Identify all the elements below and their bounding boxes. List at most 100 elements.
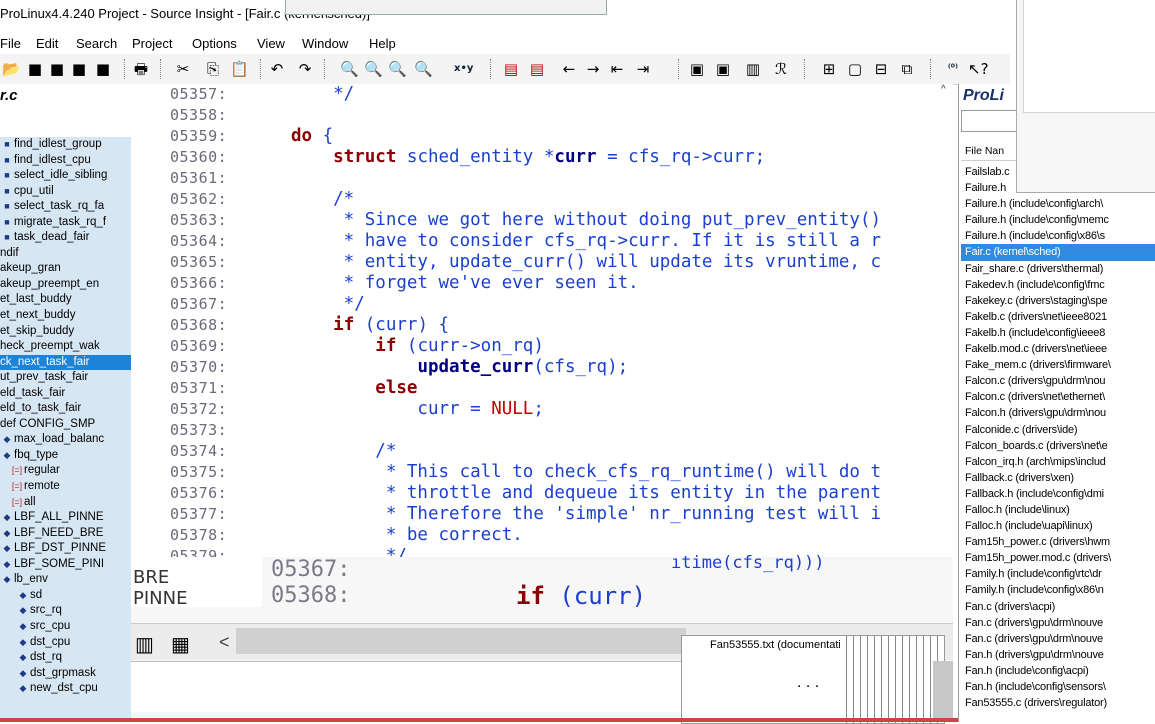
symbol-item[interactable]: ◆ dst_cpu [0, 635, 131, 651]
jump-icon[interactable]: ⁽⁰⁾ [944, 60, 962, 78]
symbol-item[interactable]: et_skip_buddy [0, 324, 131, 340]
book-icon[interactable]: ▥ [135, 632, 154, 657]
code-editor[interactable]: 05357: */05358: 05359: do {05360: struct s… [131, 84, 941, 557]
layout-split-icon[interactable]: ⊟ [872, 60, 890, 78]
paste-icon[interactable]: 📋 [230, 60, 249, 78]
file-list-item[interactable]: Fake_mem.c (drivers\firmware\ [961, 357, 1155, 373]
file-list-item[interactable]: Failure.h (include\config\memc [961, 212, 1155, 228]
menu-options[interactable]: Options [192, 36, 237, 51]
layout-window-icon[interactable]: ▢ [846, 60, 864, 78]
references-icon[interactable]: ℛ [772, 60, 790, 78]
symbol-info-icon[interactable]: ▣ [714, 60, 732, 78]
file-list-item[interactable]: Fair.c (kernel\sched) [961, 244, 1155, 261]
file-list-item[interactable]: Fakelb.h (include\config\ieee8 [961, 325, 1155, 341]
file-list-item[interactable]: Falcon_irq.h (arch\mips\includ [961, 454, 1155, 470]
symbol-item[interactable]: [=] remote [0, 479, 131, 495]
editor-scrollbar[interactable]: ^ [941, 84, 953, 557]
browse-icon[interactable]: ▣ [688, 60, 706, 78]
print-icon[interactable]: 🖶 [132, 60, 150, 78]
file-list-item[interactable]: Fan53555.c (drivers\regulator) [961, 695, 1155, 711]
symbol-item[interactable]: ◆ LBF_DST_PINNE [0, 541, 131, 557]
symbol-item[interactable]: ◆ LBF_SOME_PINI [0, 557, 131, 573]
symbol-list[interactable]: ■ find_idlest_group ■ find_idlest_cpu ■ selec… [0, 137, 131, 722]
symbol-item[interactable]: akeup_gran [0, 261, 131, 277]
file-list-item[interactable]: Falcon.c (drivers\net\ethernet\ [961, 389, 1155, 405]
scroll-up-icon[interactable]: ^ [941, 84, 946, 95]
file-list-item[interactable]: Fakelb.mod.c (drivers\net\ieee [961, 341, 1155, 357]
symbol-item[interactable]: ◆ dst_rq [0, 650, 131, 666]
find-icon[interactable]: 🔍 [340, 60, 359, 78]
symbol-item[interactable]: ■ select_idle_sibling [0, 168, 131, 184]
file-list-item[interactable]: Fam15h_power.c (drivers\hwm [961, 534, 1155, 550]
file-list-item[interactable]: Fakekey.c (drivers\staging\spe [961, 293, 1155, 309]
menu-project[interactable]: Project [132, 36, 172, 51]
symbol-item[interactable]: ◆ sd [0, 588, 131, 604]
menu-window[interactable]: Window [302, 36, 348, 51]
menu-search[interactable]: Search [76, 36, 117, 51]
replace-icon[interactable]: x•y [454, 60, 473, 78]
file-list-item[interactable]: Family.h (include\config\x86\n [961, 582, 1155, 598]
go-start-icon[interactable]: ⇤ [608, 60, 626, 78]
file-list-item[interactable]: Fakelb.c (drivers\net\ieee8021 [961, 309, 1155, 325]
symbol-item[interactable]: ■ task_dead_fair [0, 230, 131, 246]
redo-icon[interactable]: ↷ [296, 60, 314, 78]
symbol-item[interactable]: ■ find_idlest_group [0, 137, 131, 153]
ghost-scrollbar[interactable] [933, 661, 953, 721]
symbol-item[interactable]: ◆ LBF_ALL_PINNE [0, 510, 131, 526]
file-list-item[interactable]: Falconide.c (drivers\ide) [961, 422, 1155, 438]
bookmark-icon[interactable]: ▤ [502, 60, 520, 78]
file-list-item[interactable]: Fakedev.h (include\config\fmc [961, 277, 1155, 293]
file-list-item[interactable]: Falcon.c (drivers\gpu\drm\nou [961, 373, 1155, 389]
menu-file[interactable]: File [0, 36, 21, 51]
file-list-item[interactable]: Falloc.h (include\uapi\linux) [961, 518, 1155, 534]
find-prev-icon[interactable]: 🔍 [388, 60, 407, 78]
menu-view[interactable]: View [257, 36, 285, 51]
forward-icon[interactable]: → [584, 60, 602, 78]
file-list-item[interactable]: Fan.h (include\config\sensors\ [961, 679, 1155, 695]
scroll-left-icon[interactable]: < [219, 632, 230, 653]
symbol-item[interactable]: def CONFIG_SMP [0, 417, 131, 433]
symbol-item[interactable]: et_last_buddy [0, 292, 131, 308]
horizontal-scrollbar[interactable] [236, 628, 686, 654]
file-list[interactable]: Failslab.c Failure.h Failure.h (include\co… [961, 164, 1155, 711]
file-search-input[interactable] [961, 110, 1023, 132]
search-files-icon[interactable]: 🔍 [414, 60, 433, 78]
file-list-item[interactable]: Falcon_boards.c (drivers\net\e [961, 438, 1155, 454]
symbol-item[interactable]: ndif [0, 246, 131, 262]
symbol-item[interactable]: ◆ fbq_type [0, 448, 131, 464]
symbol-item[interactable]: ■ find_idlest_cpu [0, 153, 131, 169]
symbol-item[interactable]: ◆ src_cpu [0, 619, 131, 635]
symbol-item[interactable]: eld_task_fair [0, 386, 131, 402]
layout-cascade-icon[interactable]: ⧉ [898, 60, 916, 78]
find-next-icon[interactable]: 🔍 [364, 60, 383, 78]
save-icon[interactable]: ■ [26, 60, 44, 78]
symbol-item[interactable]: akeup_preempt_en [0, 277, 131, 293]
layout-grid-icon[interactable]: ⊞ [820, 60, 838, 78]
file-list-item[interactable]: Fan.c (drivers\gpu\drm\nouve [961, 631, 1155, 647]
open-icon[interactable]: 📂 [2, 60, 21, 78]
close-all-icon[interactable]: ■ [94, 60, 112, 78]
file-list-item[interactable]: Fan.c (drivers\gpu\drm\nouve [961, 615, 1155, 631]
file-list-item[interactable]: Failure.h (include\config\arch\ [961, 196, 1155, 212]
symbol-item[interactable]: [=] all [0, 495, 131, 511]
symbol-item[interactable]: ◆ max_load_balanc [0, 432, 131, 448]
symbol-item[interactable]: ◆ src_rq [0, 603, 131, 619]
symbol-item[interactable]: heck_preempt_wak [0, 339, 131, 355]
file-list-item[interactable]: Failure.h (include\config\x86\s [961, 228, 1155, 244]
file-list-item[interactable]: Family.h (include\config\rtc\dr [961, 566, 1155, 582]
menu-edit[interactable]: Edit [36, 36, 58, 51]
file-list-item[interactable]: Fan.h (include\config\acpi) [961, 663, 1155, 679]
symbol-item[interactable]: ◆ new_dst_cpu [0, 681, 131, 697]
symbol-item[interactable]: [=] regular [0, 463, 131, 479]
properties-icon[interactable]: ▦ [171, 632, 190, 657]
file-list-item[interactable]: Fan.h (drivers\gpu\drm\nouve [961, 647, 1155, 663]
symbol-item[interactable]: et_next_buddy [0, 308, 131, 324]
copy-icon[interactable]: ⎘ [204, 60, 222, 78]
context-help-icon[interactable]: ↖? [968, 60, 989, 78]
file-list-item[interactable]: Fan.c (drivers\acpi) [961, 599, 1155, 615]
close-file-icon[interactable]: ■ [70, 60, 88, 78]
file-list-item[interactable]: Falloc.h (include\linux) [961, 502, 1155, 518]
save-all-icon[interactable]: ■ [48, 60, 66, 78]
cut-icon[interactable]: ✂ [174, 60, 192, 78]
symbol-item[interactable]: ■ select_task_rq_fa [0, 199, 131, 215]
